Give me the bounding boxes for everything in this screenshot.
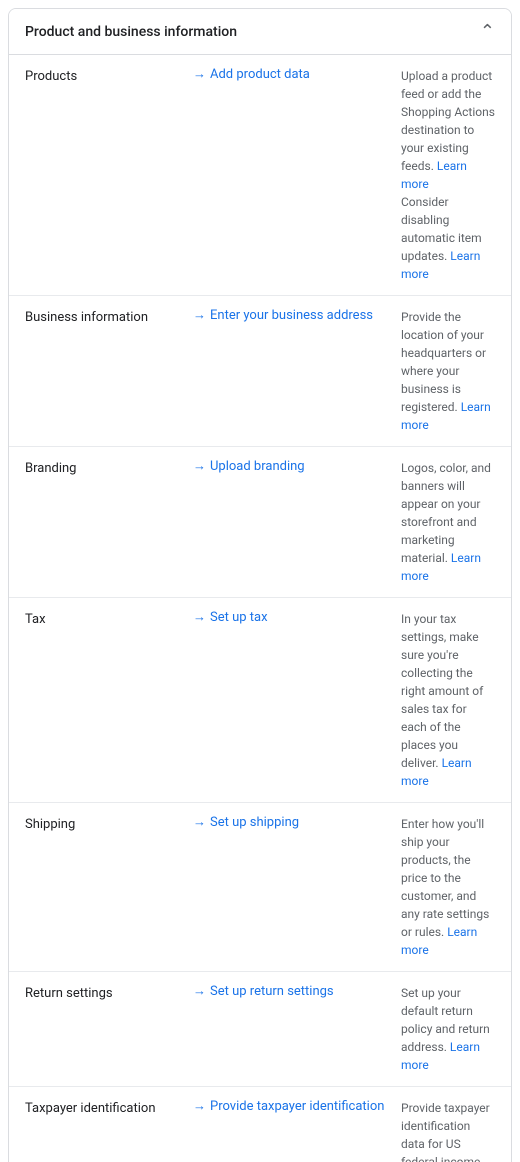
- row-shipping: Shipping → Set up shipping Enter how you…: [9, 803, 511, 972]
- rows-container: Products → Add product data Upload a pro…: [9, 55, 511, 1162]
- label-products: Products: [25, 67, 185, 84]
- action-branding: → Upload branding: [193, 459, 393, 474]
- label-tax: Tax: [25, 610, 185, 627]
- arrow-icon-taxpayer: →: [193, 1100, 206, 1113]
- row-products: Products → Add product data Upload a pro…: [9, 55, 511, 296]
- action-products: → Add product data: [193, 67, 393, 82]
- desc-business-information: Provide the location of your headquarter…: [401, 308, 495, 434]
- arrow-icon-return: →: [193, 985, 206, 998]
- label-taxpayer-identification: Taxpayer identification: [25, 1099, 185, 1116]
- action-business-information: → Enter your business address: [193, 308, 393, 323]
- row-business-information: Business information → Enter your busine…: [9, 296, 511, 447]
- label-return-settings: Return settings: [25, 984, 185, 1001]
- link-branding[interactable]: → Upload branding: [193, 459, 305, 474]
- desc-tax: In your tax settings, make sure you're c…: [401, 610, 495, 790]
- action-tax: → Set up tax: [193, 610, 393, 625]
- desc-branding: Logos, color, and banners will appear on…: [401, 459, 495, 585]
- desc-products: Upload a product feed or add the Shoppin…: [401, 67, 495, 283]
- section-title: Product and business information: [25, 24, 237, 40]
- arrow-icon-tax: →: [193, 611, 206, 624]
- row-taxpayer-identification: Taxpayer identification → Provide taxpay…: [9, 1087, 511, 1162]
- section-header: Product and business information ⌃: [9, 9, 511, 55]
- link-tax[interactable]: → Set up tax: [193, 610, 268, 625]
- link-taxpayer-identification[interactable]: → Provide taxpayer identification: [193, 1099, 384, 1114]
- arrow-icon-business: →: [193, 309, 206, 322]
- label-business-information: Business information: [25, 308, 185, 325]
- link-business-information[interactable]: → Enter your business address: [193, 308, 373, 323]
- arrow-icon-shipping: →: [193, 816, 206, 829]
- action-return-settings: → Set up return settings: [193, 984, 393, 999]
- row-tax: Tax → Set up tax In your tax settings, m…: [9, 598, 511, 803]
- link-products[interactable]: → Add product data: [193, 67, 310, 82]
- product-business-section: Product and business information ⌃ Produ…: [8, 8, 512, 1162]
- link-return-settings[interactable]: → Set up return settings: [193, 984, 334, 999]
- desc-shipping: Enter how you'll ship your products, the…: [401, 815, 495, 959]
- row-branding: Branding → Upload branding Logos, color,…: [9, 447, 511, 598]
- action-taxpayer-identification: → Provide taxpayer identification: [193, 1099, 393, 1114]
- action-shipping: → Set up shipping: [193, 815, 393, 830]
- desc-taxpayer-identification: Provide taxpayer identification data for…: [401, 1099, 495, 1162]
- label-branding: Branding: [25, 459, 185, 476]
- collapse-icon[interactable]: ⌃: [480, 21, 495, 42]
- arrow-icon-branding: →: [193, 460, 206, 473]
- row-return-settings: Return settings → Set up return settings…: [9, 972, 511, 1087]
- desc-return-settings: Set up your default return policy and re…: [401, 984, 495, 1074]
- label-shipping: Shipping: [25, 815, 185, 832]
- link-shipping[interactable]: → Set up shipping: [193, 815, 299, 830]
- arrow-icon-products: →: [193, 68, 206, 81]
